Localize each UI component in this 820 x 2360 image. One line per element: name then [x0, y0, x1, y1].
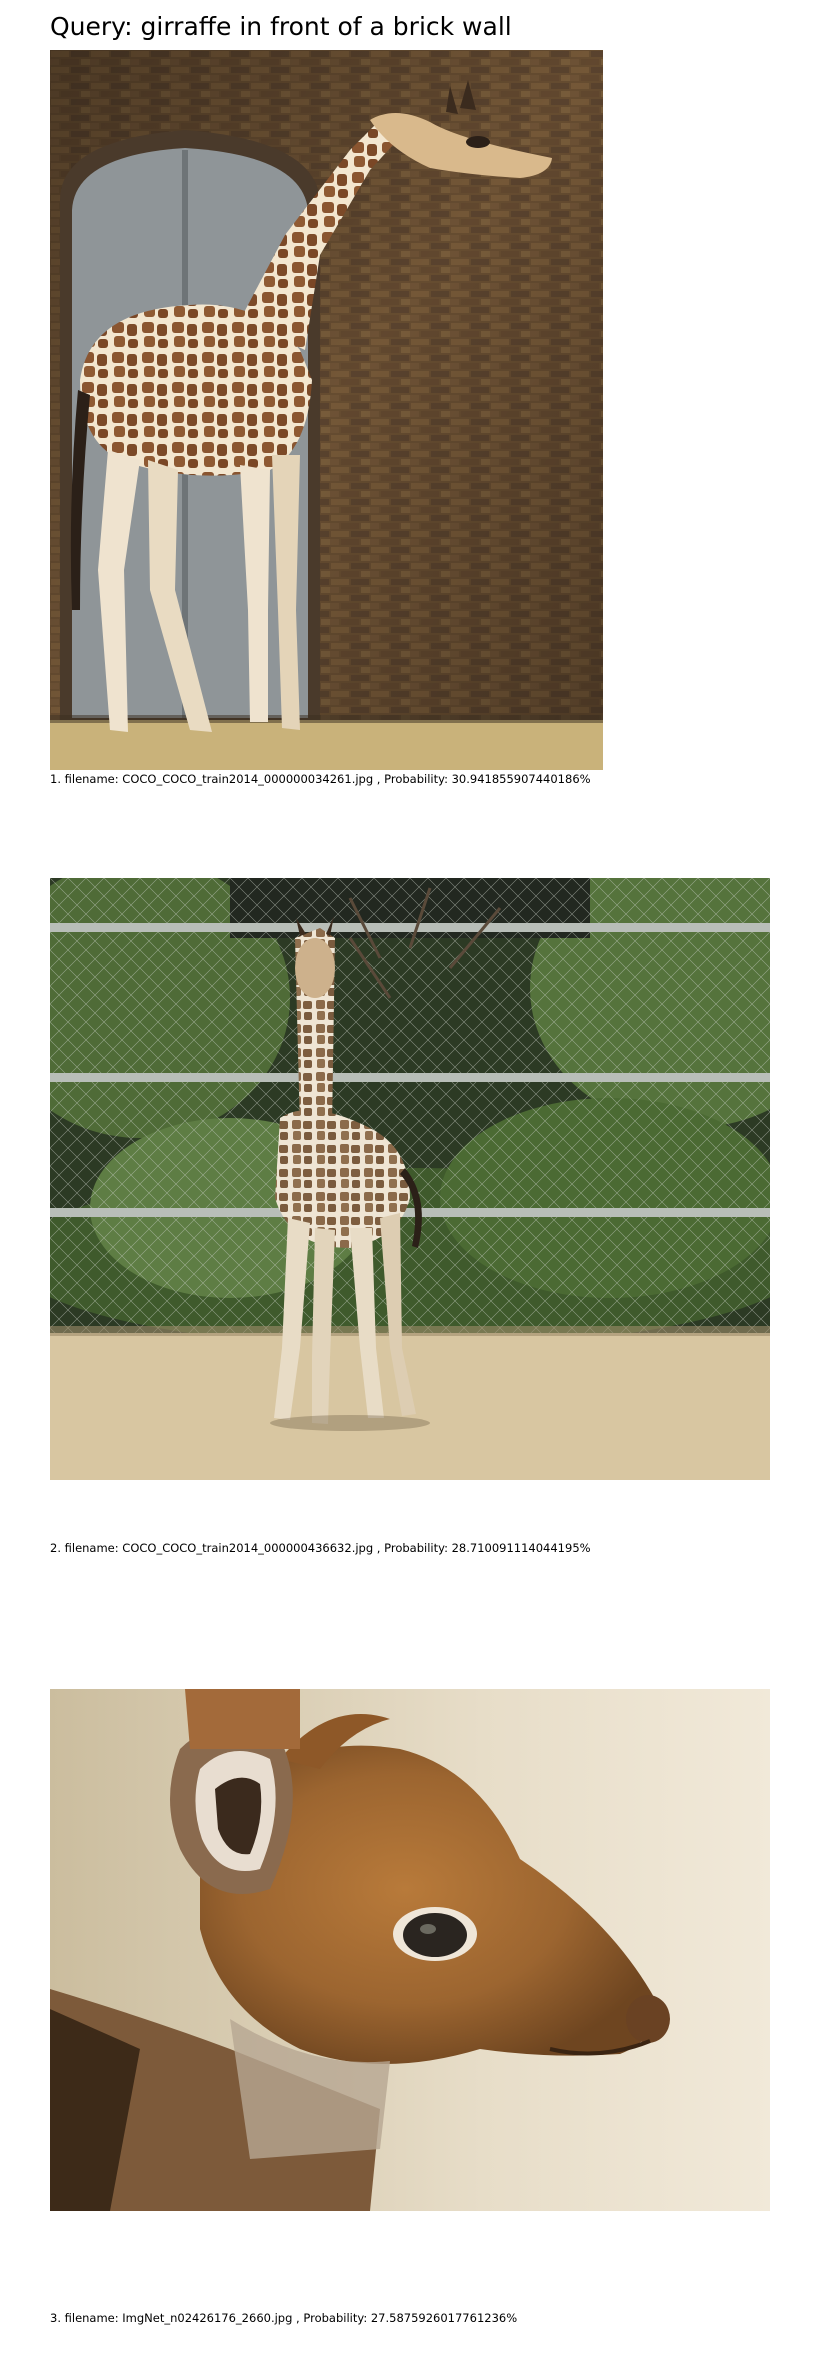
result-caption-2: 2. filename: COCO_COCO_train2014_0000004…: [50, 1541, 591, 1555]
query-title: Query: girraffe in front of a brick wall: [50, 12, 512, 41]
result-image-1: [50, 50, 603, 770]
result-image-3: [50, 1689, 770, 2211]
result-image-2: [50, 878, 770, 1480]
result-caption-3: 3. filename: ImgNet_n02426176_2660.jpg ,…: [50, 2311, 518, 2325]
result-caption-1: 1. filename: COCO_COCO_train2014_0000000…: [50, 772, 591, 786]
